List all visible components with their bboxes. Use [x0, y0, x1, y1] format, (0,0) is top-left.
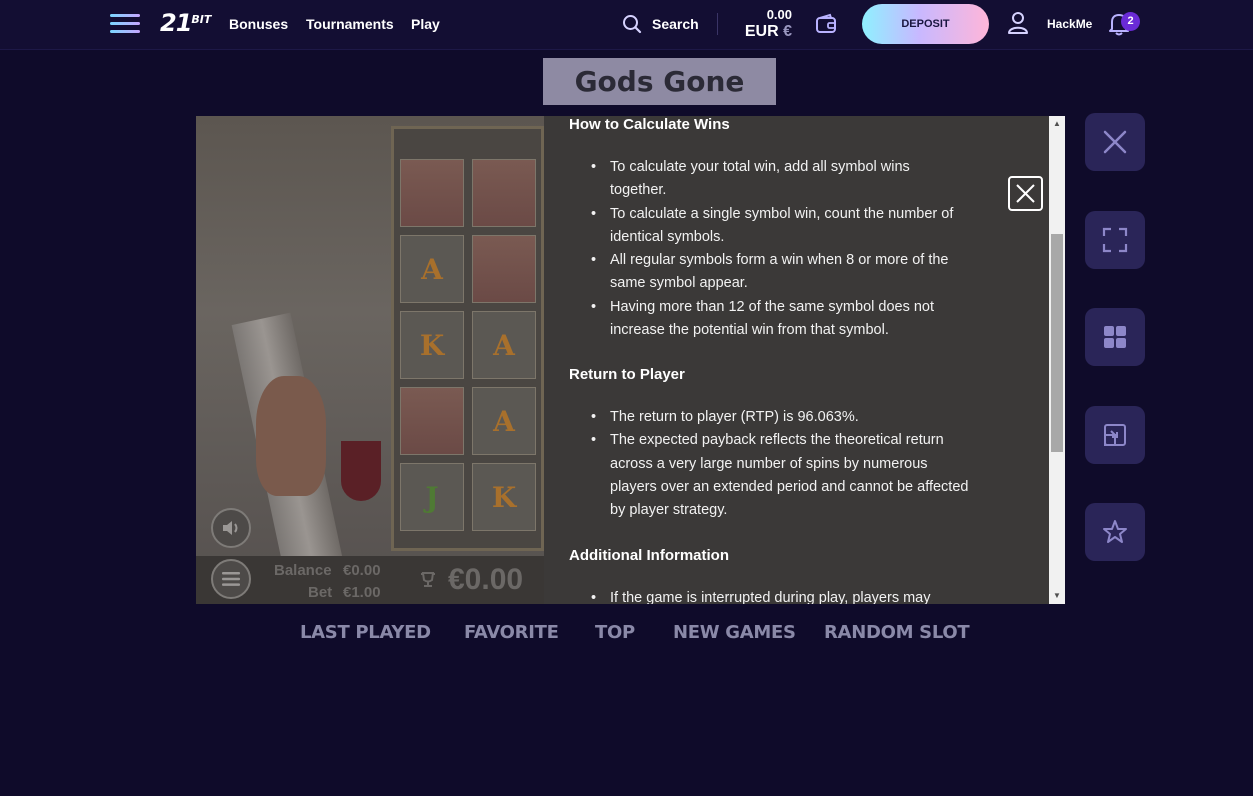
game-title: Gods Gone Wild: [543, 58, 776, 145]
top-header: 21BIT Bonuses Tournaments Play Search 0.…: [0, 0, 1253, 50]
list-item: The expected payback reflects the theore…: [589, 429, 969, 522]
nav-play[interactable]: Play: [411, 16, 440, 32]
trophy-icon: [421, 572, 435, 587]
fullscreen-button[interactable]: [1085, 211, 1145, 269]
deposit-button[interactable]: DEPOSIT: [862, 4, 989, 44]
search-button[interactable]: Search: [622, 12, 699, 36]
reel-symbol: A: [472, 387, 536, 455]
site-logo[interactable]: 21BIT: [160, 9, 211, 37]
wine-glass-artwork: [341, 441, 381, 501]
wallet-icon[interactable]: [815, 13, 837, 35]
game-scene: A K A A J K Balance €0.00 Bet €1.00 €0.0…: [196, 116, 544, 604]
balance-label: Balance: [274, 562, 332, 579]
tab-top[interactable]: TOP: [595, 622, 635, 643]
tab-new-games[interactable]: NEW GAMES: [673, 622, 796, 643]
list-item: All regular symbols form a win when 8 or…: [589, 249, 969, 296]
grid-view-button[interactable]: [1085, 308, 1145, 366]
balance-symbol: €: [783, 23, 792, 40]
game-menu-button[interactable]: [211, 559, 251, 599]
star-icon: [1103, 520, 1127, 543]
nav-bonuses[interactable]: Bonuses: [229, 16, 288, 32]
owl-artwork: [256, 376, 326, 496]
search-label: Search: [652, 16, 699, 32]
logo-sub: BIT: [191, 13, 212, 26]
close-game-button[interactable]: [1085, 113, 1145, 171]
notification-badge: 2: [1121, 12, 1140, 31]
reel-symbol: J: [400, 463, 464, 531]
reel-symbol: [472, 235, 536, 303]
section-list: To calculate your total win, add all sym…: [589, 156, 969, 342]
win-amount: €0.00: [448, 563, 524, 596]
bet-value: €1.00: [343, 584, 381, 601]
section-heading: Additional Information: [569, 547, 729, 564]
scroll-down-arrow-icon[interactable]: ▼: [1049, 588, 1065, 604]
section-heading: How to Calculate Wins: [569, 116, 730, 133]
reel-symbol: K: [472, 463, 536, 531]
sound-button[interactable]: [211, 508, 251, 548]
nav-tournaments[interactable]: Tournaments: [306, 16, 394, 32]
paytable-panel[interactable]: How to Calculate Wins To calculate your …: [544, 116, 1049, 604]
favorite-button[interactable]: [1085, 503, 1145, 561]
scroll-up-arrow-icon[interactable]: ▲: [1049, 116, 1065, 132]
bet-label: Bet: [308, 584, 333, 601]
reel-grid: A K A A J K: [391, 126, 544, 551]
list-item: If the game is interrupted during play, …: [589, 587, 969, 604]
list-item: To calculate a single symbol win, count …: [589, 203, 969, 250]
header-divider: [717, 13, 718, 35]
logo-number: 21: [160, 9, 192, 37]
section-heading: Return to Player: [569, 366, 685, 383]
fullscreen-icon: [1102, 227, 1128, 253]
tab-random-slot[interactable]: RANDOM SLOT: [824, 622, 970, 643]
speaker-icon: [223, 521, 238, 535]
panel-scrollbar[interactable]: ▲ ▼: [1049, 116, 1065, 604]
popout-icon: [1104, 424, 1126, 446]
balance-amount: 0.00: [766, 7, 792, 22]
section-list: If the game is interrupted during play, …: [589, 587, 969, 604]
list-item: To calculate your total win, add all sym…: [589, 156, 969, 203]
tab-favorite[interactable]: FAVORITE: [464, 622, 559, 643]
section-list: The return to player (RTP) is 96.063%. T…: [589, 406, 969, 522]
reel-symbol: [400, 159, 464, 227]
close-icon: [1016, 184, 1035, 203]
list-item: The return to player (RTP) is 96.063%.: [589, 406, 969, 430]
balance-display[interactable]: 0.00 EUR €: [730, 7, 792, 41]
game-frame[interactable]: A K A A J K Balance €0.00 Bet €1.00 €0.0…: [196, 116, 1065, 604]
balance-value: €0.00: [343, 562, 381, 579]
list-item: Having more than 12 of the same symbol d…: [589, 296, 969, 343]
reel-symbol: [400, 387, 464, 455]
close-icon: [1103, 130, 1127, 154]
username[interactable]: HackMe: [1047, 17, 1092, 31]
menu-lines-icon: [222, 572, 240, 586]
grid-icon: [1104, 326, 1126, 348]
user-icon[interactable]: [1007, 11, 1029, 35]
search-icon: [623, 15, 642, 34]
reel-symbol: [472, 159, 536, 227]
paytable-close-button[interactable]: [1008, 176, 1043, 211]
menu-icon[interactable]: [110, 14, 140, 34]
tab-last-played[interactable]: LAST PLAYED: [300, 622, 431, 643]
scroll-thumb[interactable]: [1051, 234, 1063, 452]
reel-symbol: K: [400, 311, 464, 379]
popout-button[interactable]: [1085, 406, 1145, 464]
balance-currency: EUR: [744, 23, 779, 40]
reel-symbol: A: [400, 235, 464, 303]
reel-symbol: A: [472, 311, 536, 379]
